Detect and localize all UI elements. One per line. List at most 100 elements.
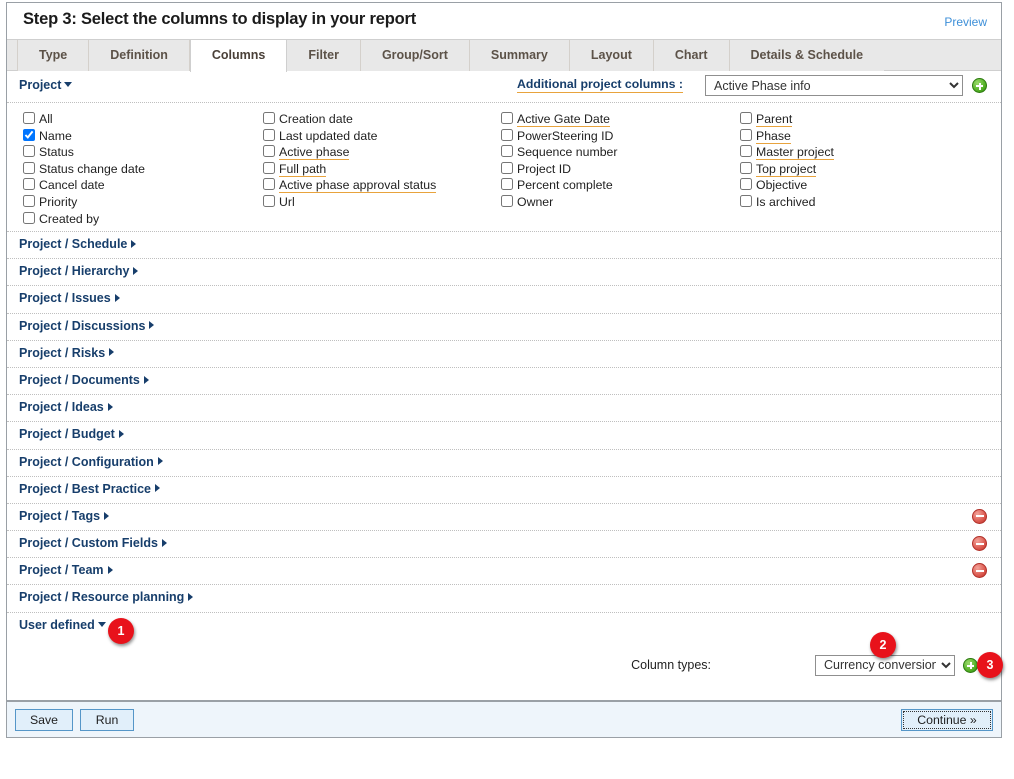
callout-badge-3: 3 [977, 652, 1003, 678]
group-link-label: Project / Tags [19, 508, 101, 523]
tab-columns[interactable]: Columns [189, 40, 288, 72]
tab-layout[interactable]: Layout [569, 40, 654, 72]
checkbox-row: Objective [740, 177, 834, 194]
checkbox-label: Project ID [517, 161, 571, 176]
checkbox-name[interactable] [23, 128, 35, 141]
checkbox-row: Full path [263, 161, 436, 178]
checkbox-url[interactable] [263, 194, 275, 207]
tab-type[interactable]: Type [17, 40, 90, 72]
checkbox-cancel-date[interactable] [23, 178, 35, 191]
checkbox-is-archived[interactable] [740, 194, 752, 207]
additional-project-columns-select[interactable]: Active Phase info [705, 75, 963, 96]
checkbox-creation-date[interactable] [263, 112, 275, 124]
checkbox-column-4: Parent Phase Master project Top project Obje… [740, 111, 834, 211]
tab-details-schedule[interactable]: Details & Schedule [729, 40, 885, 72]
tab-chart[interactable]: Chart [653, 40, 730, 72]
checkbox-row: Created by [23, 211, 145, 228]
checkbox-row: Name [23, 128, 145, 145]
column-types-label: Column types: [631, 657, 711, 672]
checkbox-priority[interactable] [23, 194, 35, 207]
plus-circle-icon[interactable] [972, 78, 987, 93]
checkbox-owner[interactable] [501, 194, 513, 207]
checkbox-column-3: Active Gate Date PowerSteering ID Sequence… [501, 111, 618, 211]
checkbox-parent[interactable] [740, 112, 752, 124]
group-link-project-discussions[interactable]: Project / Discussions [19, 319, 155, 333]
section-row: Project / Discussions [7, 313, 1001, 341]
group-link-project[interactable]: Project [19, 78, 73, 92]
checkbox-row: Sequence number [501, 144, 618, 161]
remove-circle-icon[interactable] [972, 536, 987, 552]
checkbox-master-project[interactable] [740, 145, 752, 158]
checkbox-phase[interactable] [740, 128, 752, 141]
checkbox-label: Is archived [756, 194, 816, 209]
checkbox-last-updated-date[interactable] [263, 128, 275, 141]
checkbox-row: Parent [740, 111, 834, 128]
run-button[interactable]: Run [80, 709, 134, 731]
group-link-project-best-practice[interactable]: Project / Best Practice [19, 481, 161, 496]
preview-link[interactable]: Preview [944, 15, 987, 29]
checkbox-column-1: All Name Status Status change date Cancel da… [23, 111, 145, 227]
group-link-project-tags[interactable]: Project / Tags [19, 508, 110, 523]
tab-group-sort[interactable]: Group/Sort [360, 40, 470, 72]
checkbox-label: Status change date [39, 161, 145, 176]
checkbox-active-phase[interactable] [263, 145, 275, 158]
project-columns-checkbox-grid: All Name Status Status change date Cancel da… [7, 103, 1001, 232]
checkbox-status[interactable] [23, 145, 35, 158]
group-link-project-schedule[interactable]: Project / Schedule [19, 237, 137, 251]
group-link-project-risks[interactable]: Project / Risks [19, 345, 115, 360]
checkbox-status-change-date[interactable] [23, 161, 35, 174]
group-link-label: Project / Risks [19, 345, 106, 360]
chevron-right-icon [157, 457, 163, 466]
section-row: Project / Team [7, 558, 1001, 586]
group-link-project-resource-planning[interactable]: Project / Resource planning [19, 590, 194, 604]
callout-badge-1: 1 [108, 618, 134, 644]
chevron-right-icon [107, 402, 113, 411]
group-link-user-defined[interactable]: User defined [19, 618, 106, 632]
checkbox-row: Creation date [263, 111, 436, 128]
section-row: Project / Best Practice [7, 476, 1001, 504]
callout-badge-2: 2 [870, 632, 896, 658]
checkbox-row: Status change date [23, 161, 145, 178]
checkbox-label: Priority [39, 194, 78, 209]
remove-circle-icon[interactable] [972, 508, 987, 524]
tab-summary[interactable]: Summary [469, 40, 570, 72]
section-row: Project / Tags [7, 503, 1001, 532]
chevron-right-icon [143, 375, 149, 384]
remove-circle-icon[interactable] [972, 563, 987, 579]
tab-filter[interactable]: Filter [287, 40, 361, 72]
group-link-label: Project / Best Practice [19, 481, 152, 496]
checkbox-powersteering-id[interactable] [501, 128, 513, 141]
checkbox-label: Last updated date [279, 128, 378, 143]
checkbox-label: Sequence number [517, 145, 618, 160]
checkbox-row: Active phase approval status [263, 177, 437, 194]
checkbox-label: Objective [756, 178, 808, 193]
group-link-project-custom-fields[interactable]: Project / Custom Fields [19, 536, 167, 550]
group-link-project-budget[interactable]: Project / Budget [19, 427, 124, 441]
group-link-project-documents[interactable]: Project / Documents [19, 373, 149, 387]
checkbox-percent-complete[interactable] [501, 178, 513, 191]
group-link-project-issues[interactable]: Project / Issues [19, 291, 120, 305]
checkbox-top-project[interactable] [740, 161, 752, 174]
checkbox-objective[interactable] [740, 178, 752, 191]
checkbox-label: Phase [756, 128, 791, 144]
continue-button[interactable]: Continue » [901, 709, 993, 731]
checkbox-project-id[interactable] [501, 161, 513, 174]
save-button[interactable]: Save [15, 709, 73, 731]
checkbox-row: Is archived [740, 194, 834, 211]
checkbox-created-by[interactable] [23, 211, 35, 224]
checkbox-row: Owner [501, 194, 618, 211]
checkbox-full-path[interactable] [263, 161, 275, 174]
checkbox-all[interactable] [23, 112, 35, 124]
checkbox-active-gate-date[interactable] [501, 112, 513, 124]
group-link-project-ideas[interactable]: Project / Ideas [19, 400, 113, 414]
checkbox-row: Active Gate Date [501, 111, 618, 128]
plus-circle-icon[interactable] [963, 657, 978, 673]
checkbox-active-phase-approval-status[interactable] [263, 178, 275, 191]
group-link-project-hierarchy[interactable]: Project / Hierarchy [19, 264, 139, 278]
group-link-project-configuration[interactable]: Project / Configuration [19, 455, 163, 469]
chevron-right-icon [149, 321, 155, 330]
checkbox-sequence-number[interactable] [501, 145, 513, 158]
section-row: Project / Resource planning [7, 585, 1001, 613]
tab-definition[interactable]: Definition [89, 40, 190, 72]
group-link-project-team[interactable]: Project / Team [19, 563, 113, 577]
